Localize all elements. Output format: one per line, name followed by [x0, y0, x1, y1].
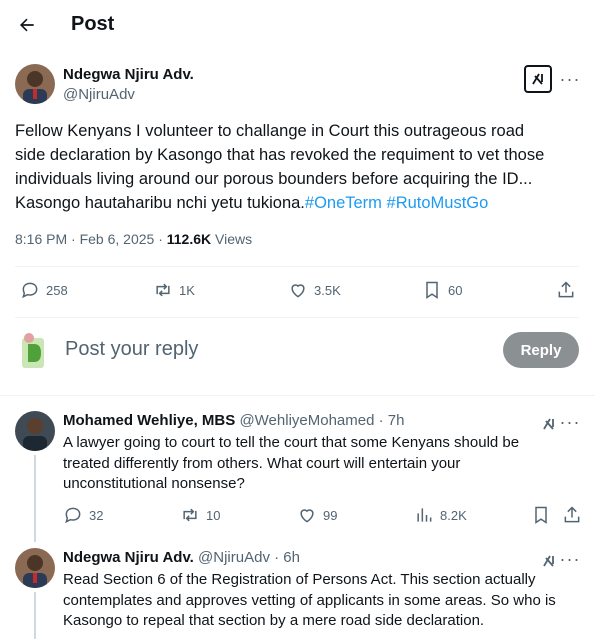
bookmark-icon: [535, 506, 547, 524]
grok-icon: [532, 73, 543, 85]
comment-like-action[interactable]: 99: [297, 505, 337, 525]
divider: [15, 266, 579, 267]
heart-icon: [300, 509, 314, 523]
reply-input[interactable]: Post your reply: [65, 338, 198, 361]
author-avatar[interactable]: [15, 64, 55, 104]
comment-share-action[interactable]: [562, 505, 582, 525]
bar-chart-icon: [417, 508, 432, 522]
divider: [0, 395, 595, 396]
more-icon: ···: [559, 548, 581, 569]
top-bar: Post: [0, 0, 595, 52]
repost-icon: [156, 283, 170, 297]
heart-icon: [291, 284, 305, 298]
commenter-handle[interactable]: @NjiruAdv · 6h: [198, 549, 300, 566]
arrow-left-icon: [20, 18, 34, 32]
share-action[interactable]: [556, 280, 576, 300]
commenter-name[interactable]: Ndegwa Njiru Adv.: [63, 549, 194, 566]
current-user-avatar[interactable]: [20, 332, 48, 370]
bookmark-icon: [426, 281, 438, 299]
hashtag-link[interactable]: #OneTerm: [305, 194, 382, 212]
share-icon: [564, 506, 580, 523]
share-icon: [558, 281, 574, 298]
comment-reply-action[interactable]: 32: [63, 505, 103, 525]
reply-button[interactable]: Reply: [503, 332, 579, 368]
post-time[interactable]: 8:16 PM · Feb 6, 2025 ·: [15, 231, 167, 247]
repost-icon: [183, 508, 197, 522]
comment-header: Ndegwa Njiru Adv. @NjiruAdv · 6h: [63, 549, 300, 566]
grok-icon: [543, 555, 554, 567]
more-icon: ···: [559, 68, 581, 89]
reply-action[interactable]: 258: [20, 280, 68, 300]
author-handle[interactable]: @NjiruAdv: [63, 86, 135, 103]
comment-views-action[interactable]: 8.2K: [414, 505, 467, 525]
post-text: Fellow Kenyans I volunteer to challange …: [15, 122, 545, 212]
post-meta: 8:16 PM · Feb 6, 2025 · 112.6K Views: [15, 231, 253, 247]
bookmark-action[interactable]: 60: [422, 280, 462, 300]
hashtag-link[interactable]: #RutoMustGo: [387, 194, 489, 212]
comment-header: Mohamed Wehliye, MBS @WehliyeMohamed · 7…: [63, 412, 404, 429]
commenter-handle[interactable]: @WehliyeMohamed · 7h: [239, 412, 404, 429]
reply-composer: Post your reply Reply: [0, 320, 595, 380]
repost-action[interactable]: 1K: [153, 280, 195, 300]
commenter-avatar[interactable]: [15, 548, 55, 588]
comment-text: Read Section 6 of the Registration of Pe…: [63, 571, 556, 629]
comment-text: A lawyer going to court to tell the cour…: [63, 434, 520, 492]
views-count: 112.6K: [166, 231, 212, 247]
thread-line: [34, 592, 36, 639]
more-icon: ···: [559, 411, 581, 432]
speech-bubble-icon: [22, 282, 38, 299]
speech-bubble-icon: [65, 507, 81, 524]
divider: [15, 317, 579, 318]
commenter-avatar[interactable]: [15, 411, 55, 451]
grok-icon: [543, 418, 554, 430]
thread-line: [34, 455, 36, 542]
grok-button[interactable]: [524, 65, 552, 93]
more-button[interactable]: ···: [558, 410, 582, 434]
comment-repost-action[interactable]: 10: [180, 505, 220, 525]
back-button[interactable]: [10, 8, 44, 42]
more-button[interactable]: ···: [558, 67, 582, 91]
author-name[interactable]: Ndegwa Njiru Adv.: [63, 66, 194, 83]
comment-bookmark-action[interactable]: [531, 505, 551, 525]
commenter-name[interactable]: Mohamed Wehliye, MBS: [63, 412, 235, 429]
page-title: Post: [71, 13, 115, 35]
like-action[interactable]: 3.5K: [288, 280, 341, 300]
more-button[interactable]: ···: [558, 547, 582, 571]
